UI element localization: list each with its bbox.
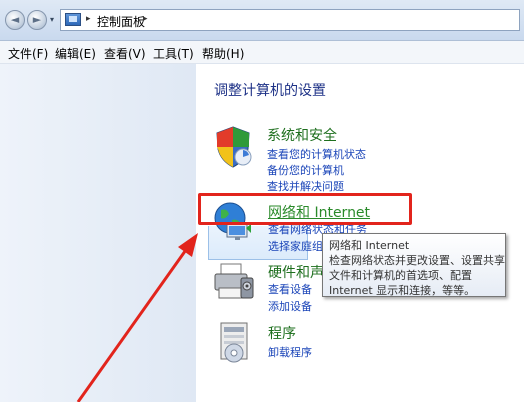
breadcrumb-control-panel[interactable]: 控制面板 [97, 13, 145, 30]
link-troubleshoot[interactable]: 查找并解决问题 [267, 178, 344, 194]
category-programs[interactable]: 程序 [268, 323, 296, 343]
page-title: 调整计算机的设置 [214, 83, 326, 99]
menu-help[interactable]: 帮助(H) [202, 45, 244, 62]
control-panel-icon [65, 13, 81, 26]
forward-button[interactable]: ► [27, 10, 47, 30]
menu-view[interactable]: 查看(V) [104, 45, 146, 62]
breadcrumb-chevron-icon[interactable]: ▸ [143, 14, 148, 24]
address-toolbar: ◄ ► ▾ ▸ 控制面板 ▸ [0, 0, 524, 41]
breadcrumb-chevron-icon[interactable]: ▸ [86, 14, 91, 24]
address-bar[interactable]: ▸ 控制面板 ▸ [60, 9, 520, 31]
category-system-security[interactable]: 系统和安全 [267, 125, 337, 145]
tooltip: 网络和 Internet 检查网络状态并更改设置、设置共享 文件和计算机的首选项… [322, 233, 506, 297]
menu-tools[interactable]: 工具(T) [153, 45, 194, 62]
link-choose-homegroup[interactable]: 选择家庭组 [268, 238, 323, 254]
forward-arrow-icon: ► [32, 13, 42, 26]
link-view-computer-status[interactable]: 查看您的计算机状态 [267, 146, 366, 162]
shield-icon[interactable] [213, 125, 253, 169]
back-button[interactable]: ◄ [5, 10, 25, 30]
link-backup-computer[interactable]: 备份您的计算机 [267, 162, 344, 178]
menu-edit[interactable]: 编辑(E) [55, 45, 96, 62]
link-view-devices[interactable]: 查看设备 [268, 281, 312, 297]
menu-file[interactable]: 文件(F) [8, 45, 48, 62]
tooltip-line: Internet 显示和连接，等等。 [329, 284, 476, 297]
tooltip-line: 检查网络状态并更改设置、设置共享 [329, 254, 505, 267]
category-hardware-sound[interactable]: 硬件和声 [268, 262, 324, 282]
recent-pages-dropdown-icon[interactable]: ▾ [50, 15, 54, 24]
link-uninstall-program[interactable]: 卸载程序 [268, 344, 312, 360]
tooltip-title: 网络和 Internet [329, 239, 410, 252]
back-arrow-icon: ◄ [10, 13, 20, 26]
link-add-device[interactable]: 添加设备 [268, 298, 312, 314]
menu-bar: 文件(F) 编辑(E) 查看(V) 工具(T) 帮助(H) [0, 41, 524, 64]
tooltip-line: 文件和计算机的首选项、配置 [329, 269, 472, 282]
highlight-annotation-box [198, 193, 412, 225]
red-arrow-annotation [76, 233, 198, 402]
